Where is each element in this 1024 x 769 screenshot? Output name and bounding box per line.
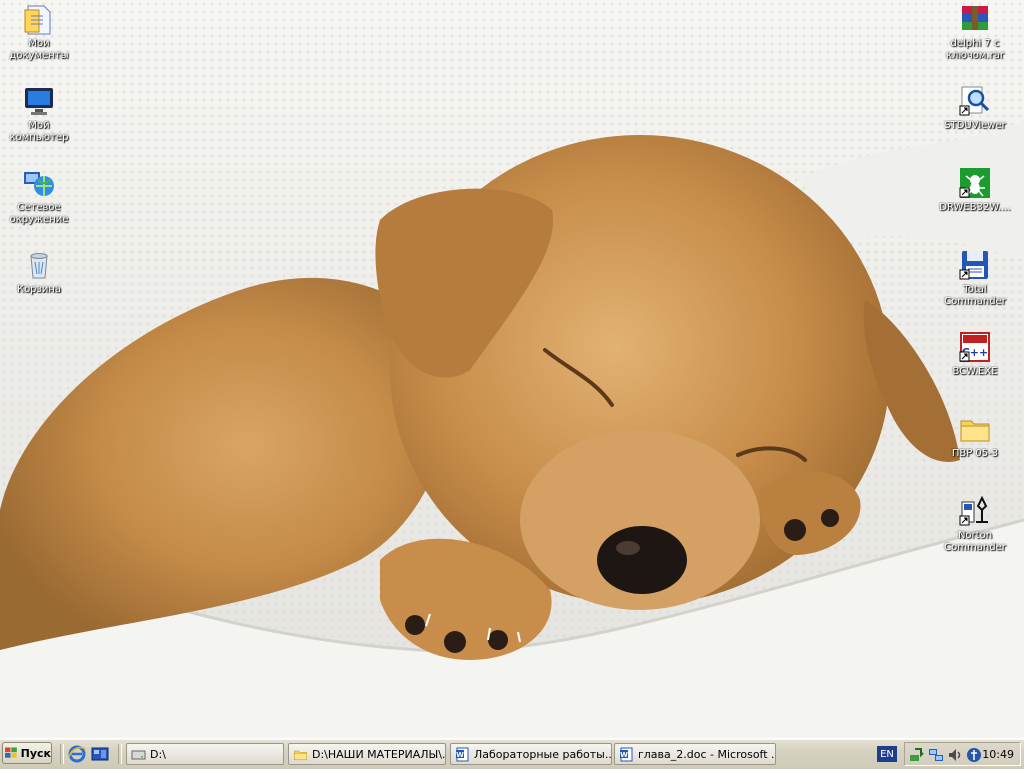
desktop-icon-label-line: окружение xyxy=(9,214,69,225)
start-label: Пуск xyxy=(20,746,51,760)
desktop-icon-label-line: документы xyxy=(9,50,69,61)
folder-icon xyxy=(958,412,992,446)
clock[interactable]: 10:49 xyxy=(982,748,1014,761)
taskbar-task-button[interactable]: W Лабораторные работы.... xyxy=(450,743,612,765)
winrar-archive-icon xyxy=(958,2,992,36)
desktop-icon-label-line: Корзина xyxy=(16,284,62,295)
taskbar-separator xyxy=(118,744,122,764)
taskbar-task-label: D:\НАШИ МАТЕРИАЛЫ\... xyxy=(312,747,445,761)
taskbar-task-label: D:\ xyxy=(150,747,166,761)
desktop-icon-label-line: Мой xyxy=(28,120,50,131)
desktop-icon-label-line: Commander xyxy=(944,542,1006,553)
desktop-icon-label-line: BCW.EXE xyxy=(952,366,998,377)
taskbar-task-button[interactable]: D:\ xyxy=(126,743,284,765)
taskbar-task-label: глава_2.doc - Microsoft ... xyxy=(638,747,775,761)
system-tray: 10:49 xyxy=(904,742,1021,766)
desktop-icon-delphi-archive[interactable]: delphi 7 с ключом.rar xyxy=(937,2,1013,62)
desktop-icon-my-computer[interactable]: Мой компьютер xyxy=(1,84,77,144)
internet-explorer-icon[interactable] xyxy=(68,745,86,763)
desktop-icon-drweb[interactable]: DRWEB32W.... xyxy=(937,166,1013,214)
desktop-icon-label: Мои документы xyxy=(1,38,77,62)
magnifier-shortcut-icon xyxy=(958,84,992,118)
desktop-icon-label-line: Commander xyxy=(944,296,1006,307)
volume-icon[interactable] xyxy=(947,747,963,763)
desktop-icon-label-line: DRWEB32W.... xyxy=(939,202,1011,213)
desktop-icon-label: Сетевое окружение xyxy=(1,202,77,226)
monitor-icon xyxy=(22,84,56,118)
cpp-shortcut-icon: C++ xyxy=(958,330,992,364)
svg-text:W: W xyxy=(456,751,464,759)
desktop-icon-label: Мой компьютер xyxy=(1,120,77,144)
taskbar-task-label: Лабораторные работы.... xyxy=(474,747,611,761)
desktop-icon-recycle-bin[interactable]: Корзина xyxy=(1,248,77,296)
svg-text:W: W xyxy=(620,751,628,759)
recycle-bin-icon xyxy=(22,248,56,282)
floppy-shortcut-icon xyxy=(958,248,992,282)
desktop-icon-label-line: Total xyxy=(963,284,987,295)
desktop[interactable]: Мои документы Мой компьютер Сетевое окружение… xyxy=(0,0,1024,738)
desktop-icon-label: BCW.EXE xyxy=(937,366,1013,378)
desktop-icon-bcw-exe[interactable]: C++ BCW.EXE xyxy=(937,330,1013,378)
desktop-icon-label-line: delphi 7 с xyxy=(950,38,1000,49)
network-transfer-icon[interactable] xyxy=(909,747,925,763)
start-button[interactable]: Пуск xyxy=(2,742,52,764)
desktop-icon-label-line: компьютер xyxy=(9,132,69,143)
desktop-icon-label-line: ПВР 05-3 xyxy=(951,448,999,459)
word-document-icon: W xyxy=(455,747,470,762)
norton-shortcut-icon xyxy=(958,494,992,528)
desktop-icon-label-line: ключом.rar xyxy=(946,50,1004,61)
desktop-icon-network-places[interactable]: Сетевое окружение xyxy=(1,166,77,226)
desktop-icon-norton-commander[interactable]: Norton Commander xyxy=(937,494,1013,554)
windows-logo-icon xyxy=(5,747,17,758)
wallpaper-puppy-image xyxy=(0,0,1024,738)
desktop-icon-label: STDUViewer xyxy=(937,120,1013,132)
word-document-icon: W xyxy=(619,747,634,762)
taskbar-task-button[interactable]: D:\НАШИ МАТЕРИАЛЫ\... xyxy=(288,743,446,765)
desktop-icon-label-line: Norton xyxy=(957,530,993,541)
antivirus-icon[interactable] xyxy=(966,747,982,763)
taskbar-task-button[interactable]: Wглава_2.doc - Microsoft ... xyxy=(614,743,776,765)
network-connections-icon[interactable] xyxy=(928,747,944,763)
desktop-icon-label: ПВР 05-3 xyxy=(937,448,1013,460)
taskbar-separator xyxy=(60,744,64,764)
desktop-icon-label-line: Мои xyxy=(28,38,50,49)
drive-icon xyxy=(131,747,146,762)
desktop-icon-label: DRWEB32W.... xyxy=(937,202,1013,214)
folder-icon xyxy=(293,747,308,762)
desktop-icon-label: Norton Commander xyxy=(937,530,1013,554)
language-indicator[interactable]: EN xyxy=(877,746,897,762)
desktop-icon-total-commander[interactable]: Total Commander xyxy=(937,248,1013,308)
desktop-icon-pvr-folder[interactable]: ПВР 05-3 xyxy=(937,412,1013,460)
desktop-icon-label: Total Commander xyxy=(937,284,1013,308)
desktop-icon-label-line: STDUViewer xyxy=(944,120,1006,131)
taskbar: Пуск D:\ D:\НАШИ МАТЕРИАЛЫ\... W Лабораторн… xyxy=(0,738,1024,769)
desktop-icon-label: delphi 7 с ключом.rar xyxy=(937,38,1013,62)
show-desktop-icon[interactable] xyxy=(91,745,109,763)
desktop-icon-label: Корзина xyxy=(1,284,77,296)
desktop-icon-stduviewer[interactable]: STDUViewer xyxy=(937,84,1013,132)
folder-documents-icon xyxy=(22,2,56,36)
desktop-icon-label-line: Сетевое xyxy=(17,202,61,213)
network-globe-icon xyxy=(22,166,56,200)
desktop-icon-my-documents[interactable]: Мои документы xyxy=(1,2,77,62)
drweb-spider-icon xyxy=(958,166,992,200)
